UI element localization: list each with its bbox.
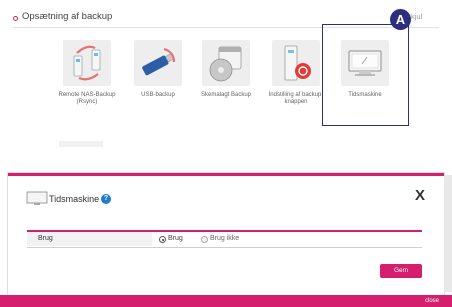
dialog-scrollbar[interactable]: [444, 175, 452, 292]
tile-remote-nas-backup[interactable]: [63, 40, 111, 86]
save-button[interactable]: Gem: [380, 264, 422, 278]
radio-no-use[interactable]: [201, 236, 208, 243]
dialog-bottom-bar: [0, 295, 452, 307]
section-title: Opsætning af backup: [22, 11, 113, 22]
tile-scheduled-backup[interactable]: [202, 40, 250, 86]
dialog-title: Tidsmaskine: [49, 194, 100, 204]
settings-row-label: Brug: [38, 235, 53, 242]
tile-label-scheduled-backup: Skemalagt Backup: [200, 92, 252, 98]
highlight-frame: [322, 24, 409, 126]
close-button[interactable]: X: [415, 187, 425, 204]
usb-backup-icon: [142, 47, 176, 76]
radio-selected-dot: [161, 238, 164, 241]
monitor-icon: [26, 191, 48, 205]
close-link[interactable]: close: [425, 298, 439, 304]
radio-use[interactable]: [159, 236, 166, 243]
radio-use-label[interactable]: Brug: [168, 235, 183, 242]
tile-backup-button[interactable]: [272, 40, 320, 86]
help-icon[interactable]: ?: [101, 194, 111, 204]
radio-no-use-label[interactable]: Brug ikke: [210, 235, 239, 242]
tile-label-usb-backup: USB-backup: [141, 92, 175, 98]
remote-nas-backup-icon: [73, 45, 101, 81]
scheduled-backup-icon: [209, 46, 242, 82]
tile-label-remote-nas-backup: Remote NAS-Backup (Rsync): [58, 92, 116, 105]
partial-tile: [59, 141, 103, 147]
section-bullet-icon: [13, 16, 18, 21]
tile-usb-backup[interactable]: [134, 40, 182, 86]
backup-button-icon: [284, 45, 311, 81]
settings-table-bottom-border: [27, 247, 422, 248]
tile-label-backup-button: Indstilling af backup-knappen: [268, 92, 324, 105]
marker-badge: A: [390, 9, 411, 30]
